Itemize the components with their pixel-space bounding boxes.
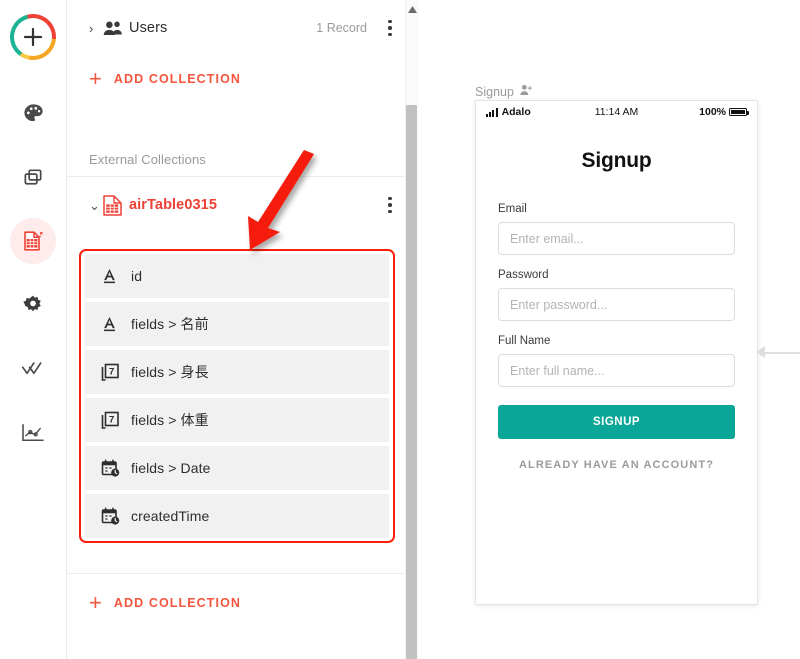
date-type-icon [101,458,131,478]
external-collection-name: airTable0315 [129,197,217,213]
fullname-label: Full Name [498,335,551,347]
sidebar-item-database[interactable] [10,218,56,264]
field-name: fields > 名前 [131,316,209,332]
number-type-icon: 7 [101,411,131,430]
external-collections-label: External Collections [89,151,206,167]
text-type-icon [101,315,131,333]
field-name: id [131,268,143,284]
battery-icon [729,108,749,116]
signup-button[interactable]: SIGNUP [498,405,735,439]
analytics-icon [22,424,44,442]
field-row[interactable]: id [85,254,389,298]
already-have-account-link[interactable]: ALREADY HAVE AN ACCOUNT? [498,459,735,471]
sidebar-item-analytics[interactable] [10,410,56,456]
sidebar-item-design[interactable] [10,90,56,136]
screen-link-connector [764,352,800,354]
left-icon-rail [0,0,67,659]
add-collection-label: ADD COLLECTION [113,596,242,610]
phone-status-bar: Adalo 11:14 AM 100% [476,101,757,123]
password-field[interactable]: Enter password... [498,288,735,321]
design-canvas: Signup Adalo 11:14 AM 100% Signup Email … [420,0,800,659]
database-icon [24,231,43,251]
phone-preview: Adalo 11:14 AM 100% Signup Email Enter e… [475,100,758,605]
collapse-caret-icon[interactable]: ⌄ [89,199,103,212]
sidebar-item-screens[interactable] [10,154,56,200]
battery-percent: 100% [699,106,726,118]
screen-title-chip[interactable]: Signup [475,84,533,99]
signup-form: Email Enter email... Password Enter pass… [476,203,757,471]
collection-record-count: 1 Record [316,21,367,35]
screen-link-arrowhead-icon [756,346,765,358]
scroll-up-arrow-icon[interactable] [406,3,418,15]
password-label: Password [498,269,549,281]
add-collection-label: ADD COLLECTION [113,72,242,86]
collection-row-users[interactable]: › Users 1 Record [67,0,415,56]
highlighted-fields-box: id fields > 名前 7 fields > 身長 7 fields > … [79,249,395,543]
collection-options-menu-icon[interactable] [381,19,399,37]
field-row[interactable]: fields > 名前 [85,302,389,346]
field-row[interactable]: 7 fields > 身長 [85,350,389,394]
airtable-sheet-icon [103,194,129,216]
field-row[interactable]: fields > Date [85,446,389,490]
field-name: fields > 身長 [131,364,209,380]
field-row[interactable]: createdTime [85,494,389,538]
status-bar-time: 11:14 AM [594,106,639,118]
add-collection-button-top[interactable]: + ADD COLLECTION [67,56,415,102]
plus-icon: + [89,590,102,615]
collection-name: Users [129,20,168,36]
field-name: fields > 体重 [131,412,209,428]
collections-panel: › Users 1 Record + ADD COLLECTION Extern… [67,0,415,659]
add-new-button[interactable] [10,14,56,60]
external-collections-heading: External Collections [67,142,415,176]
field-row[interactable]: 7 fields > 体重 [85,398,389,442]
palette-icon [23,103,43,121]
plus-icon: + [89,66,102,91]
phone-screen-title: Signup [581,149,652,172]
sidebar-item-publish[interactable] [10,346,56,392]
collection-row-airtable[interactable]: ⌄ airTable0315 [67,177,415,233]
expand-caret-icon[interactable]: › [89,22,103,35]
email-label: Email [498,203,527,215]
email-field[interactable]: Enter email... [498,222,735,255]
person-add-icon [520,84,533,99]
gear-icon [23,295,41,312]
external-collection-options-menu-icon[interactable] [381,196,399,214]
svg-text:7: 7 [109,366,114,377]
plus-icon [23,27,43,47]
screen-title-label: Signup [475,84,514,99]
double-check-icon [21,362,42,375]
users-icon [103,20,129,36]
carrier-name: Adalo [501,106,531,118]
sidebar-item-settings[interactable] [10,282,56,328]
field-name: createdTime [131,508,210,524]
panel-scrollbar-thumb[interactable] [406,105,417,659]
number-type-icon: 7 [101,363,131,382]
screens-icon [23,168,42,185]
fullname-field[interactable]: Enter full name... [498,354,735,387]
signal-bars-icon [486,107,498,117]
bottom-divider [67,573,415,574]
svg-text:7: 7 [109,414,114,425]
text-type-icon [101,267,131,285]
add-collection-button-bottom[interactable]: + ADD COLLECTION [67,580,415,626]
app-root: › Users 1 Record + ADD COLLECTION Extern… [0,0,800,659]
field-name: fields > Date [131,460,211,476]
date-type-icon [101,506,131,526]
